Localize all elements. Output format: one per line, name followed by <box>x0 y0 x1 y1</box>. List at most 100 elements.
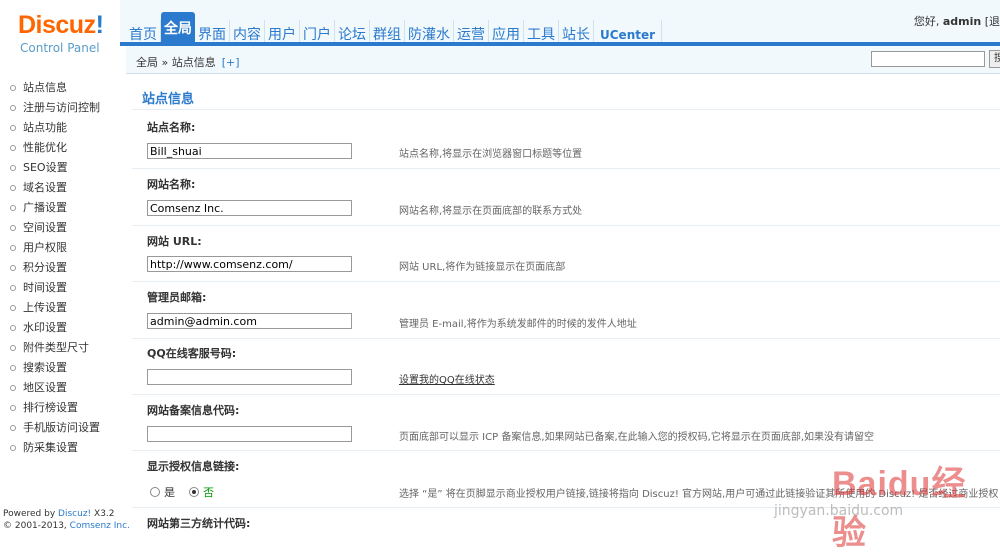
admin-email-label: 管理员邮箱: <box>147 291 207 304</box>
admin-email-tip: 管理员 E-mail,将作为系统发邮件的时候的发件人地址 <box>399 319 637 330</box>
sidebar-item[interactable]: 排行榜设置 <box>0 398 120 418</box>
divider <box>132 168 1000 169</box>
bullet-icon <box>10 405 16 411</box>
sidebar-item-label: 搜索设置 <box>23 361 67 374</box>
bullet-icon <box>10 285 16 291</box>
icp-code-input[interactable] <box>147 426 352 442</box>
sidebar-item-label: 手机版访问设置 <box>23 421 100 434</box>
sidebar-item[interactable]: 附件类型尺寸 <box>0 338 120 358</box>
sidebar-item[interactable]: 性能优化 <box>0 138 120 158</box>
website-url-input[interactable] <box>147 256 352 272</box>
qq-service-input[interactable] <box>147 369 352 385</box>
divider <box>132 338 1000 339</box>
bullet-icon <box>10 225 16 231</box>
sidebar-item[interactable]: 用户权限 <box>0 238 120 258</box>
sidebar-item[interactable]: 水印设置 <box>0 318 120 338</box>
logo[interactable]: Discuz! Control Panel <box>0 0 120 60</box>
license-link-radio-group: 是 否 <box>150 484 224 500</box>
section-title: 站点信息 <box>142 92 195 107</box>
nav-tab[interactable]: 全局 <box>161 12 195 46</box>
sidebar-item[interactable]: 站点信息 <box>0 78 120 98</box>
sidebar-item[interactable]: 空间设置 <box>0 218 120 238</box>
sidebar-item[interactable]: 防采集设置 <box>0 438 120 458</box>
license-yes-radio[interactable] <box>150 487 160 497</box>
divider <box>132 281 1000 282</box>
sidebar-item-label: 注册与访问控制 <box>23 101 100 114</box>
sidebar-item-label: 站点信息 <box>23 81 67 94</box>
bullet-icon <box>10 325 16 331</box>
sidebar-item[interactable]: 地区设置 <box>0 378 120 398</box>
license-no-radio[interactable] <box>189 487 199 497</box>
website-url-tip: 网站 URL,将作为链接显示在页面底部 <box>399 262 566 273</box>
bullet-icon <box>10 365 16 371</box>
icp-code-tip: 页面底部可以显示 ICP 备案信息,如果网站已备案,在此输入您的授权码,它将显示… <box>399 432 875 443</box>
username-link[interactable]: admin <box>943 15 981 28</box>
sidebar-item[interactable]: 站点功能 <box>0 118 120 138</box>
sidebar-item-label: SEO设置 <box>23 161 68 174</box>
license-no-label[interactable]: 否 <box>203 484 214 500</box>
sidebar-item-label: 用户权限 <box>23 241 67 254</box>
comsenz-link[interactable]: Comsenz Inc. <box>70 521 130 531</box>
sidebar-item-label: 广播设置 <box>23 201 67 214</box>
search-button[interactable]: 搜 <box>989 50 1000 68</box>
add-shortcut-button[interactable]: [+] <box>222 56 240 69</box>
sidebar-item[interactable]: SEO设置 <box>0 158 120 178</box>
bullet-icon <box>10 125 16 131</box>
sidebar-item-label: 性能优化 <box>23 141 67 154</box>
bullet-icon <box>10 305 16 311</box>
divider <box>132 394 1000 395</box>
powered-by: Powered by Discuz! X3.2 © 2001-2013, Com… <box>3 509 130 531</box>
sidebar-item-label: 时间设置 <box>23 281 67 294</box>
sidebar-item-label: 域名设置 <box>23 181 67 194</box>
icp-code-label: 网站备案信息代码: <box>147 404 240 417</box>
sidebar-item[interactable]: 手机版访问设置 <box>0 418 120 438</box>
bullet-icon <box>10 165 16 171</box>
sidebar-item[interactable]: 注册与访问控制 <box>0 98 120 118</box>
license-yes-label[interactable]: 是 <box>164 484 175 500</box>
site-name-input[interactable] <box>147 143 352 159</box>
sidebar-item-label: 排行榜设置 <box>23 401 78 414</box>
sidebar-item-label: 地区设置 <box>23 381 67 394</box>
sidebar-item-label: 水印设置 <box>23 321 67 334</box>
sidebar-item[interactable]: 上传设置 <box>0 298 120 318</box>
sidebar-item[interactable]: 时间设置 <box>0 278 120 298</box>
bullet-icon <box>10 105 16 111</box>
website-name-label: 网站名称: <box>147 178 196 191</box>
bullet-icon <box>10 385 16 391</box>
bullet-icon <box>10 185 16 191</box>
bullet-icon <box>10 205 16 211</box>
logout-link[interactable]: [退 <box>985 15 1000 28</box>
watermark-subtext: jingyan.baidu.com <box>774 503 904 519</box>
sidebar-item-label: 空间设置 <box>23 221 67 234</box>
discuz-link[interactable]: Discuz! <box>58 509 91 519</box>
top-header: Discuz! Control Panel 首页 全局 界面 内容 用户 门户 论坛 群组 防灌… <box>0 0 1000 60</box>
search-input[interactable] <box>871 51 985 67</box>
stats-code-label: 网站第三方统计代码: <box>147 517 251 530</box>
bullet-icon <box>10 265 16 271</box>
divider <box>132 225 1000 226</box>
divider <box>132 109 1000 110</box>
bullet-icon <box>10 425 16 431</box>
bullet-icon <box>10 345 16 351</box>
sidebar-item-label: 附件类型尺寸 <box>23 341 89 354</box>
sidebar-item-label: 积分设置 <box>23 261 67 274</box>
site-name-tip: 站点名称,将显示在浏览器窗口标题等位置 <box>399 149 583 160</box>
sidebar-item-label: 上传设置 <box>23 301 67 314</box>
sidebar-item[interactable]: 域名设置 <box>0 178 120 198</box>
top-navigation: 首页 全局 界面 内容 用户 门户 论坛 群组 防灌水 运营 应用 工具 站长 UCenter <box>126 12 663 46</box>
license-link-label: 显示授权信息链接: <box>147 460 240 473</box>
sidebar-item[interactable]: 广播设置 <box>0 198 120 218</box>
sidebar-item[interactable]: 搜索设置 <box>0 358 120 378</box>
qq-service-label: QQ在线客服号码: <box>147 347 237 360</box>
website-name-input[interactable] <box>147 200 352 216</box>
website-url-label: 网站 URL: <box>147 235 202 248</box>
admin-email-input[interactable] <box>147 313 352 329</box>
site-name-label: 站点名称: <box>147 121 196 134</box>
sidebar-item[interactable]: 积分设置 <box>0 258 120 278</box>
breadcrumb: 全局 » 站点信息 [+] <box>136 56 240 69</box>
breadcrumb-bar: 全局 » 站点信息 [+] 搜 <box>126 46 1000 74</box>
website-name-tip: 网站名称,将显示在页面底部的联系方式处 <box>399 206 583 217</box>
qq-status-link[interactable]: 设置我的QQ在线状态 <box>399 371 495 386</box>
logo-brand: Discuz! <box>18 11 104 39</box>
bullet-icon <box>10 85 16 91</box>
